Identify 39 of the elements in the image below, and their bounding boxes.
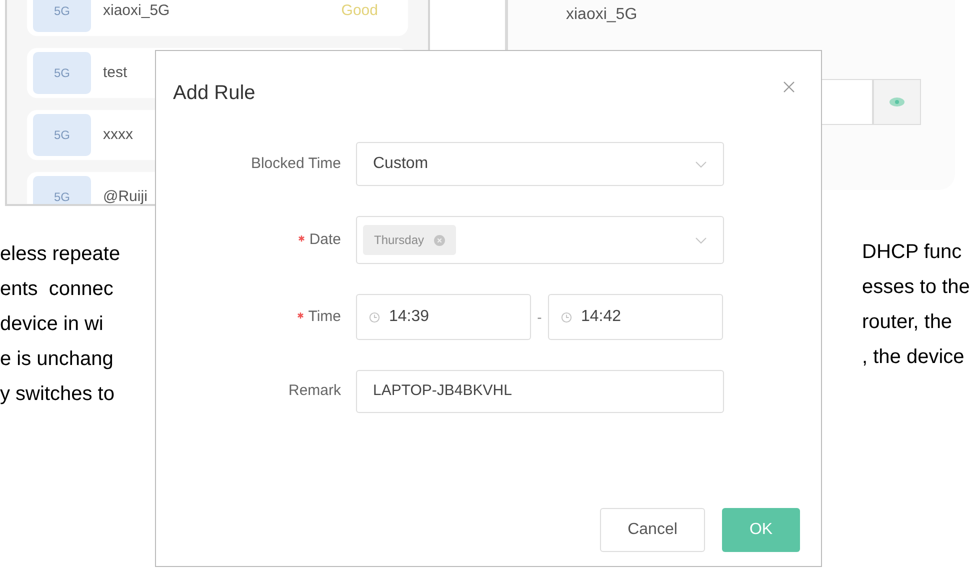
show-password-button[interactable] bbox=[873, 79, 921, 125]
band-badge: 5G bbox=[33, 52, 91, 94]
network-name: xxxx bbox=[103, 124, 133, 145]
paragraph-line: y switches to bbox=[0, 382, 116, 407]
clock-icon bbox=[369, 312, 380, 322]
chevron-down-icon bbox=[695, 236, 707, 244]
network-card[interactable]: 5G xiaoxi_5G Good bbox=[27, 0, 408, 36]
paragraph-line: eless repeate bbox=[0, 242, 122, 267]
ssid-text: xiaoxi_5G bbox=[566, 5, 638, 25]
field-label: Remark bbox=[288, 381, 341, 402]
select-field[interactable]: Custom bbox=[356, 142, 724, 186]
paragraph-line: , the device bbox=[862, 345, 966, 370]
remark-field[interactable]: LAPTOP-JB4BKVHL bbox=[356, 370, 724, 413]
band-badge: 5G bbox=[33, 0, 91, 32]
band-badge: 5G bbox=[33, 176, 91, 204]
paragraph-line: device in wi bbox=[0, 312, 104, 337]
time-field[interactable]: 14:42 bbox=[548, 294, 723, 340]
network-name: xiaoxi_5G bbox=[103, 0, 170, 21]
clock-icon bbox=[561, 312, 572, 322]
paragraph-line: esses to the bbox=[862, 275, 970, 300]
range-separator: - bbox=[536, 308, 543, 326]
signal-quality: Good bbox=[341, 0, 378, 21]
cancel-button[interactable]: Cancel bbox=[600, 508, 705, 552]
remove-icon[interactable] bbox=[434, 234, 446, 246]
close-button[interactable] bbox=[783, 80, 797, 94]
field-label: Blocked Time bbox=[250, 154, 341, 174]
dialog-title: Add Rule bbox=[173, 81, 256, 106]
field-label: Date bbox=[309, 230, 341, 250]
time-field[interactable]: 14:39 bbox=[356, 294, 531, 340]
paragraph-line: DHCP func bbox=[862, 240, 963, 265]
eye-icon bbox=[889, 97, 905, 107]
network-name: @Ruiji bbox=[103, 186, 148, 204]
chevron-down-icon bbox=[695, 160, 707, 168]
paragraph-line: router, the bbox=[862, 310, 954, 335]
field-label: Time bbox=[308, 306, 341, 327]
paragraph-line: ents connec bbox=[0, 277, 114, 302]
network-name: test bbox=[103, 62, 128, 83]
paragraph-line: e is unchang bbox=[0, 347, 114, 372]
band-badge: 5G bbox=[33, 114, 91, 156]
